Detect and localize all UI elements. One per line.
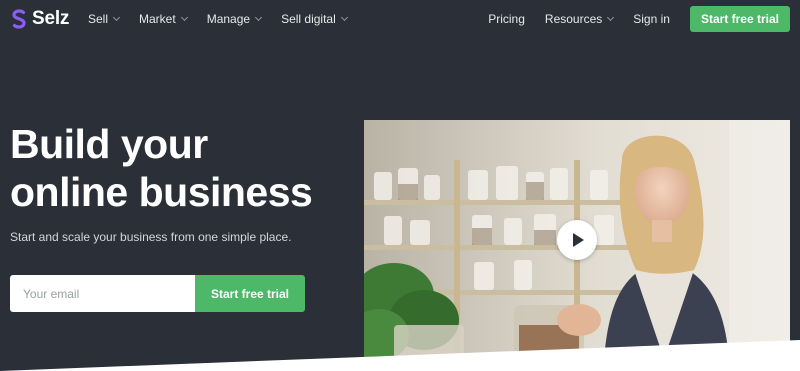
selz-logo-icon bbox=[12, 9, 26, 29]
email-input[interactable] bbox=[10, 275, 195, 312]
nav-item-sell[interactable]: Sell bbox=[88, 12, 121, 26]
hero-title: Build your online business bbox=[10, 120, 350, 216]
nav-item-sign-in[interactable]: Sign in bbox=[633, 12, 670, 26]
nav-item-label: Sign in bbox=[633, 12, 670, 26]
chevron-down-icon bbox=[340, 13, 348, 22]
nav-item-label: Sell bbox=[88, 12, 109, 26]
nav-item-label: Resources bbox=[544, 12, 603, 26]
start-free-trial-button[interactable]: Start free trial bbox=[195, 275, 305, 312]
hero-subtitle: Start and scale your business from one s… bbox=[10, 230, 292, 244]
chevron-down-icon bbox=[112, 13, 121, 22]
secondary-menu: Pricing Resources Sign in Start free tri… bbox=[468, 0, 790, 38]
play-icon[interactable] bbox=[557, 220, 597, 260]
primary-menu: Sell Market Manage Sell digital bbox=[88, 0, 367, 38]
nav-item-label: Manage bbox=[206, 12, 251, 26]
nav-item-market[interactable]: Market bbox=[139, 12, 188, 26]
hero-title-line-1: Build your bbox=[10, 121, 208, 167]
nav-item-resources[interactable]: Resources bbox=[544, 12, 615, 26]
nav-item-sell-digital[interactable]: Sell digital bbox=[281, 12, 348, 26]
top-navigation: Selz Sell Market Manage Sell digital Pri… bbox=[0, 0, 800, 38]
nav-item-label: Market bbox=[139, 12, 176, 26]
nav-start-free-trial-button[interactable]: Start free trial bbox=[689, 6, 790, 32]
bottom-diagonal-divider bbox=[0, 340, 800, 371]
nav-item-label: Sell digital bbox=[281, 12, 336, 26]
chevron-down-icon bbox=[180, 13, 188, 22]
selz-logo[interactable]: Selz bbox=[10, 8, 69, 30]
chevron-down-icon bbox=[255, 13, 263, 22]
hero-video[interactable] bbox=[364, 120, 790, 359]
hero-title-line-2: online business bbox=[10, 169, 313, 215]
signup-form: Start free trial bbox=[10, 275, 305, 312]
nav-item-label: Pricing bbox=[488, 12, 525, 26]
chevron-down-icon bbox=[607, 13, 615, 22]
nav-item-pricing[interactable]: Pricing bbox=[488, 12, 525, 26]
nav-item-manage[interactable]: Manage bbox=[206, 12, 263, 26]
brand-name: Selz bbox=[32, 8, 70, 29]
